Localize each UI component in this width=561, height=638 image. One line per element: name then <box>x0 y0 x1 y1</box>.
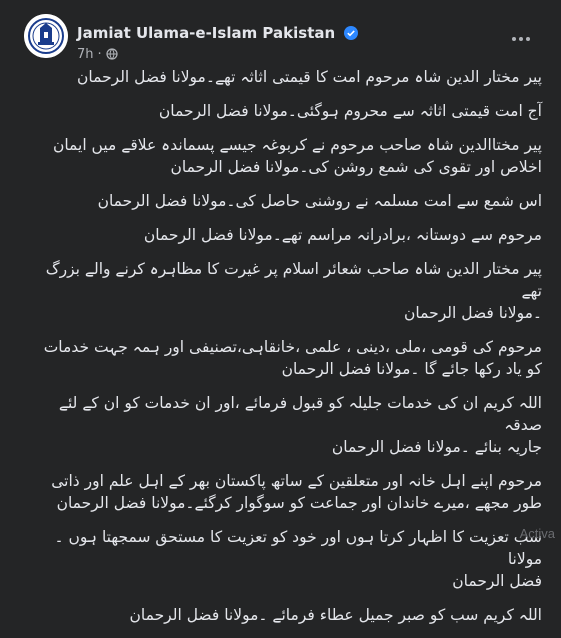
page-name-link[interactable]: Jamiat Ulama-e-Islam Pakistan <box>77 24 359 42</box>
post-paragraph: مرحوم سے دوستانہ ،برادرانہ مراسم تھے۔مول… <box>143 226 542 244</box>
post-paragraph: اللہ کریم ان کی خدمات جلیلہ کو قبول فرما… <box>58 394 542 456</box>
page-avatar[interactable] <box>24 14 68 58</box>
post-timestamp[interactable]: 7h <box>77 47 94 62</box>
post-meta: 7h · <box>77 47 118 62</box>
post-paragraph: مرحوم اپنے اہل خانہ اور متعلقین کے ساتھ … <box>51 472 542 512</box>
post-body: پیر مختار الدین شاہ مرحوم امت کا قیمتی ا… <box>22 66 542 638</box>
post-paragraph: سب تعزیت کا اظہار کرتا ہوں اور خود کو تع… <box>54 528 542 590</box>
post-paragraph: مرحوم کی قومی ،ملی ،دینی ، علمی ،خانقاہی… <box>43 338 542 378</box>
more-options-icon[interactable] <box>505 22 537 54</box>
public-globe-icon <box>106 48 118 60</box>
post-paragraph: پیر مختاالدین شاہ صاحب مرحوم نے کربوغہ ج… <box>52 136 542 176</box>
post-paragraph: اس شمع سے امت مسلمہ نے روشنی حاصل کی۔مول… <box>97 192 542 210</box>
post-paragraph: پیر مختار الدین شاہ صاحب شعائر اسلام پر … <box>45 260 542 322</box>
post-paragraph: پیر مختار الدین شاہ مرحوم امت کا قیمتی ا… <box>77 68 542 86</box>
post-header: Jamiat Ulama-e-Islam Pakistan 7h · <box>24 14 547 70</box>
verified-badge-icon <box>344 26 359 40</box>
meta-separator: · <box>97 47 102 62</box>
post-paragraph: اللہ کریم سب کو صبر جمیل عطاء فرمائے ۔مو… <box>129 606 542 624</box>
facebook-post: Jamiat Ulama-e-Islam Pakistan 7h · پیر مخ… <box>0 0 561 624</box>
post-paragraph: آج امت قیمتی اثاثہ سے محروم ہوگئی۔مولانا… <box>158 102 542 120</box>
jui-logo-icon <box>24 14 68 58</box>
page-name-text[interactable]: Jamiat Ulama-e-Islam Pakistan <box>77 24 335 42</box>
activation-watermark: Activa <box>519 526 555 541</box>
